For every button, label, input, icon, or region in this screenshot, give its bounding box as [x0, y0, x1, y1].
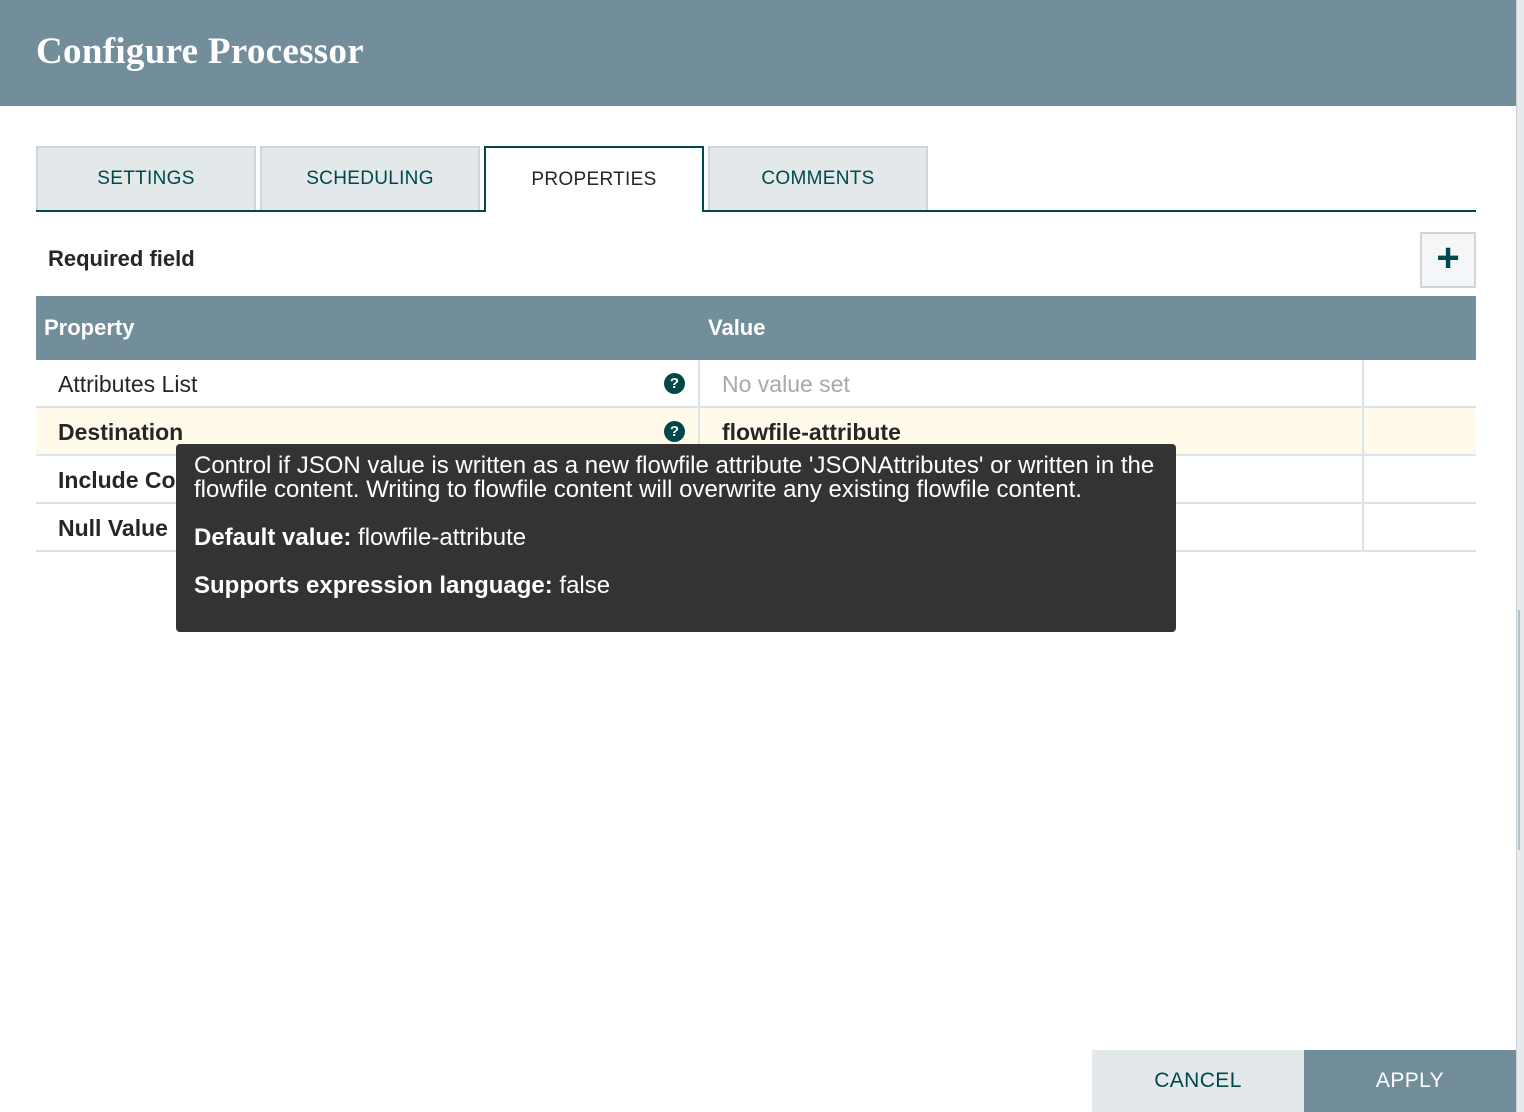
tab-settings[interactable]: SETTINGS	[36, 146, 256, 210]
apply-button[interactable]: APPLY	[1304, 1050, 1516, 1112]
tooltip-default-label: Default value:	[194, 524, 352, 551]
cancel-button[interactable]: CANCEL	[1092, 1050, 1304, 1112]
column-divider	[1362, 504, 1364, 550]
tooltip-default-value: Default value: flowfile-attribute	[194, 526, 1158, 550]
tab-bar: SETTINGS SCHEDULING PROPERTIES COMMENTS	[36, 146, 1476, 212]
property-name: Null Value	[58, 515, 168, 541]
tab-properties[interactable]: PROPERTIES	[484, 146, 704, 212]
background-edge	[1516, 0, 1524, 1112]
property-value[interactable]: flowfile-attribute	[722, 419, 901, 446]
table-row[interactable]: Attributes List ? No value set	[36, 360, 1476, 408]
help-icon[interactable]: ?	[664, 373, 685, 394]
column-divider	[698, 360, 700, 406]
tooltip-default-text: flowfile-attribute	[358, 524, 527, 551]
tab-scheduling[interactable]: SCHEDULING	[260, 146, 480, 210]
property-tooltip: Control if JSON value is written as a ne…	[176, 444, 1176, 632]
tooltip-el-text: false	[559, 572, 611, 599]
tooltip-expression-language: Supports expression language: false	[194, 574, 1158, 598]
column-header-value[interactable]: Value	[708, 315, 765, 341]
background-scroll-mark	[1518, 610, 1520, 850]
required-field-label: Required field	[48, 246, 195, 271]
plus-icon: +	[1436, 236, 1460, 280]
add-property-button[interactable]: +	[1420, 232, 1476, 288]
table-header: Property Value	[36, 296, 1476, 360]
column-divider	[1362, 408, 1364, 454]
property-name: Attributes List	[58, 371, 198, 397]
tab-comments[interactable]: COMMENTS	[708, 146, 928, 210]
help-icon[interactable]: ?	[664, 421, 685, 442]
column-divider	[1362, 360, 1364, 406]
property-value[interactable]: No value set	[722, 371, 850, 398]
tooltip-el-label: Supports expression language:	[194, 572, 553, 599]
dialog-title: Configure Processor	[36, 31, 365, 72]
column-header-property[interactable]: Property	[44, 315, 134, 341]
property-name: Destination	[58, 419, 184, 445]
column-divider	[1362, 456, 1364, 502]
tooltip-description: Control if JSON value is written as a ne…	[194, 452, 1155, 503]
dialog-header: Configure Processor	[0, 0, 1516, 106]
